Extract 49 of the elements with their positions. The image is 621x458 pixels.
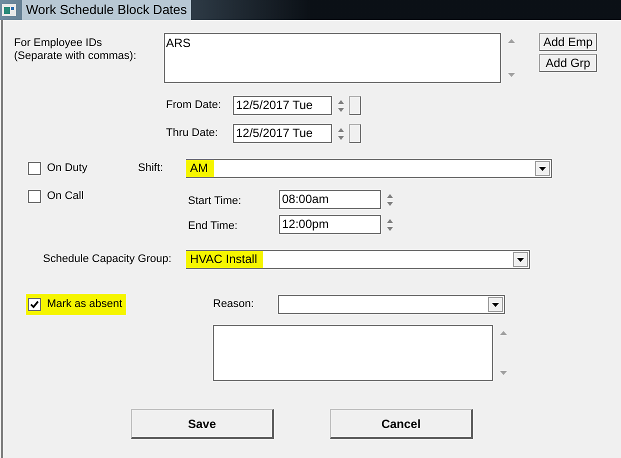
checkbox[interactable] — [28, 162, 41, 175]
checkbox[interactable] — [28, 298, 41, 311]
reason-dropdown[interactable] — [278, 295, 505, 314]
time-field[interactable]: 12:00pm — [279, 215, 381, 234]
checkbox-label: On Duty — [47, 161, 88, 176]
calendar-button[interactable] — [349, 124, 361, 143]
dropdown-value: HVAC Install — [186, 251, 264, 268]
dialog-button[interactable]: Save — [131, 409, 274, 439]
caret-icon — [492, 302, 499, 306]
date-field[interactable]: 12/5/2017 Tue — [233, 124, 332, 143]
employee-ids-field[interactable]: ARS — [164, 33, 501, 83]
dialog-button[interactable]: Cancel — [330, 409, 473, 439]
field-label: Reason: — [213, 297, 255, 312]
checkbox-label: On Call — [47, 188, 84, 204]
checkbox-label: Mark as absent — [47, 297, 122, 312]
spinner-arrows-icon[interactable] — [337, 126, 345, 142]
spinner-arrows-icon[interactable] — [386, 216, 394, 232]
scroll-up-icon — [508, 39, 514, 43]
dropdown-button[interactable] — [513, 252, 528, 267]
add-button[interactable]: Add Emp — [539, 33, 597, 51]
app-icon — [2, 4, 16, 16]
scroll-down-icon — [508, 73, 514, 77]
field-label: Start Time: — [188, 194, 242, 210]
reason-notes-field[interactable] — [213, 325, 493, 381]
dropdown-button[interactable] — [488, 297, 503, 312]
field-label: End Time: — [188, 219, 239, 234]
window-title: Work Schedule Block Dates — [22, 0, 191, 20]
shift-dropdown[interactable]: AM — [186, 159, 552, 178]
dropdown-button[interactable] — [535, 161, 550, 176]
field-label: Shift: — [138, 161, 164, 176]
spinner-arrows-icon[interactable] — [386, 192, 394, 208]
checkmark-icon — [30, 300, 39, 309]
field-label: (Separate with commas): — [14, 50, 138, 63]
caret-icon — [517, 258, 524, 262]
dropdown-value: AM — [186, 160, 214, 177]
caret-icon — [539, 166, 546, 170]
spinner-arrows-icon[interactable] — [337, 98, 345, 114]
capacity-group-dropdown[interactable]: HVAC Install — [186, 250, 530, 269]
field-label: Thru Date: — [166, 126, 219, 142]
date-field[interactable]: 12/5/2017 Tue — [233, 96, 332, 115]
scroll-down-icon — [500, 371, 506, 375]
checkbox[interactable] — [28, 190, 41, 202]
time-field[interactable]: 08:00am — [279, 190, 381, 209]
field-label: From Date: — [166, 98, 222, 114]
add-button[interactable]: Add Grp — [539, 54, 597, 72]
field-label: Schedule Capacity Group: — [43, 252, 172, 268]
field-label: For Employee IDs — [14, 37, 104, 50]
calendar-button[interactable] — [349, 96, 361, 115]
scroll-up-icon — [500, 331, 506, 335]
